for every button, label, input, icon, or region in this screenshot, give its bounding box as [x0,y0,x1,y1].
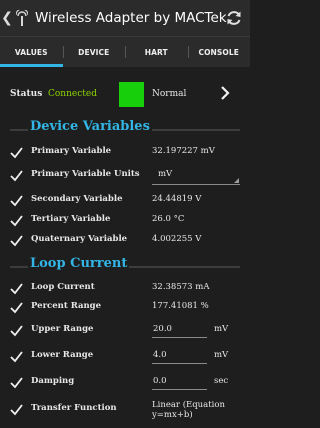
units-dropdown[interactable]: mV [152,166,240,185]
checkmark-icon [10,404,23,416]
row-label: Transfer Function [31,403,117,413]
row-unit: mV [214,350,229,360]
status-row[interactable]: Status Connected Normal [0,78,250,110]
row-label: Primary Variable [31,146,112,156]
row-value: 32.38573 mA [152,282,210,292]
list-item[interactable]: Upper Range 20.0 mV [0,321,250,341]
status-value: Connected [48,89,97,99]
row-label: Upper Range [31,324,94,334]
list-item[interactable]: Secondary Variable 24.44819 V [0,191,250,211]
row-label: Primary Variable Units [31,169,140,179]
status-indicator [119,82,144,107]
list-item[interactable]: Lower Range 4.0 mV [0,347,250,367]
checkmark-icon [10,302,23,314]
row-label: Percent Range [31,301,101,311]
row-value: Linear (Equation y=mx+b) [152,400,225,420]
app-icon[interactable] [15,10,29,26]
section-title-loop-current: Loop Current [28,256,130,271]
row-value: 26.0 °C [152,214,185,224]
tab-hart[interactable]: HART [125,37,188,67]
back-icon[interactable]: ❮ [1,10,13,26]
tab-bar: VALUES DEVICE HART CONSOLE [0,36,250,67]
tab-values[interactable]: VALUES [0,37,63,67]
upper-range-input[interactable]: 20.0 [152,322,207,338]
units-dropdown-value: mV [158,169,173,179]
list-item[interactable]: Loop Current 32.38573 mA [0,279,250,299]
list-item[interactable]: Damping 0.0 sec [0,373,250,393]
chevron-right-icon[interactable] [220,86,230,100]
status-text: Normal [152,89,187,99]
checkmark-icon [10,195,23,207]
checkmark-icon [10,325,23,337]
checkmark-icon [10,215,23,227]
row-unit: mV [214,324,229,334]
tab-device[interactable]: DEVICE [62,37,126,67]
damping-input[interactable]: 0.0 [152,374,207,390]
list-item[interactable]: Percent Range 177.41081 % [0,298,250,318]
row-label: Tertiary Variable [31,214,111,224]
row-label: Loop Current [31,282,95,292]
list-item[interactable]: Primary Variable Units mV [0,166,250,186]
row-label: Secondary Variable [31,194,123,204]
row-value: 32.197227 mV [152,146,215,156]
checkmark-icon [10,147,23,159]
row-label: Damping [31,376,75,386]
checkmark-icon [10,377,23,389]
checkmark-icon [10,170,23,182]
list-item[interactable]: Primary Variable 32.197227 mV [0,143,250,163]
list-item[interactable]: Quaternary Variable 4.002255 V [0,231,250,251]
row-value: 24.44819 V [152,194,202,204]
row-label: Lower Range [31,350,94,360]
tab-console[interactable]: CONSOLE [187,37,251,67]
lower-range-input[interactable]: 4.0 [152,348,207,364]
checkmark-icon [10,351,23,363]
row-value: 4.002255 V [152,234,202,244]
list-item[interactable]: Tertiary Variable 26.0 °C [0,211,250,231]
dropdown-triangle-icon [234,178,239,183]
checkmark-icon [10,235,23,247]
section-title-device-variables: Device Variables [28,119,152,134]
status-label: Status [10,89,43,99]
row-value: 177.41081 % [152,301,209,311]
app-bar: ❮ Wireless Adapter by MACTek [0,0,250,36]
row-label: Quaternary Variable [31,234,128,244]
checkmark-icon [10,283,23,295]
row-unit: sec [214,376,229,386]
refresh-icon[interactable] [224,8,244,28]
list-item[interactable]: Transfer Function Linear (Equation y=mx+… [0,400,250,424]
app-title: Wireless Adapter by MACTek [35,10,227,26]
